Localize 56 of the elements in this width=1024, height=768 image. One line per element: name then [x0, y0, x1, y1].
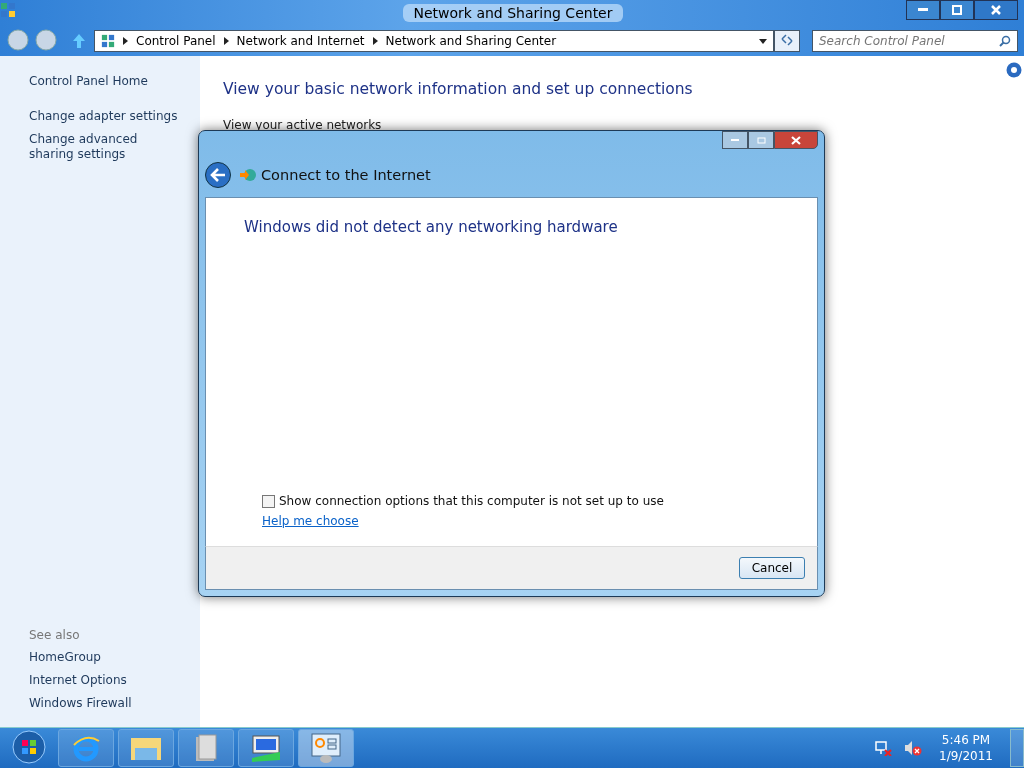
chevron-icon [372, 37, 378, 45]
speaker-muted-icon[interactable] [904, 740, 922, 756]
cancel-button[interactable]: Cancel [739, 557, 805, 579]
dialog-message: Windows did not detect any networking hardware [244, 218, 619, 236]
address-bar[interactable]: Control Panel Network and Internet Network and Sharing Center [94, 30, 774, 52]
help-link[interactable]: Help me choose [262, 514, 359, 528]
minimize-icon [918, 8, 928, 12]
breadcrumb[interactable]: Network and Sharing Center [385, 34, 557, 48]
refresh-icon [780, 33, 794, 46]
search-field[interactable]: Search Control Panel [812, 30, 1018, 52]
search-icon [999, 35, 1011, 47]
network-disconnected-icon[interactable] [874, 740, 892, 756]
chevron-icon [223, 37, 229, 45]
minimize-button[interactable] [722, 131, 748, 149]
taskbar-button[interactable] [118, 729, 174, 767]
minimize-button[interactable] [906, 0, 940, 20]
taskbar-button[interactable] [238, 729, 294, 767]
refresh-button[interactable] [774, 30, 800, 52]
document-stack-icon [194, 733, 218, 763]
close-button[interactable] [974, 0, 1018, 20]
monitor-icon [250, 734, 282, 762]
control-panel-icon [101, 34, 115, 48]
checkbox[interactable] [262, 494, 275, 508]
breadcrumb[interactable]: Network and Internet [236, 34, 365, 48]
restore-button[interactable] [940, 0, 974, 20]
control-panel-icon [0, 2, 16, 18]
breadcrumb[interactable]: Control Panel [136, 34, 216, 48]
maximize-icon [756, 136, 766, 144]
dropdown-icon[interactable] [759, 38, 767, 44]
back-arrow-icon [210, 168, 226, 182]
clock-date: 1/9/2011 [939, 748, 993, 764]
sidebar-link[interactable]: HomeGroup [29, 650, 179, 665]
clock-time: 5:46 PM [941, 732, 991, 748]
restore-icon [952, 5, 962, 15]
control-panel-icon [310, 732, 342, 764]
sidebar-link[interactable]: Internet Options [29, 673, 179, 688]
minimize-icon [731, 138, 739, 142]
close-icon [991, 5, 1001, 15]
chevron-icon [123, 37, 128, 45]
taskbar-button[interactable] [58, 729, 114, 767]
sidebar-link[interactable]: Change advanced sharing settings [29, 132, 179, 162]
checkbox-label: Show connection options that this computer is not set up to use [279, 494, 664, 508]
taskbar-button[interactable] [178, 729, 234, 767]
taskbar-button[interactable] [298, 729, 354, 767]
globe-icon [239, 168, 257, 182]
section-heading: View your active networks [223, 118, 383, 132]
window-title: Network and Sharing Center [403, 4, 623, 22]
sidebar-link[interactable]: Windows Firewall [29, 696, 179, 711]
maximize-button[interactable] [748, 131, 774, 149]
close-button[interactable] [774, 131, 818, 149]
sidebar-link[interactable]: Change adapter settings [29, 109, 179, 124]
page-heading: View your basic network information and set up connections [223, 80, 694, 98]
dialog-title: Connect to the Internet [261, 167, 431, 183]
sidebar-link[interactable]: Control Panel Home [29, 74, 179, 89]
close-icon [791, 135, 801, 145]
section-heading: See also [29, 628, 81, 642]
